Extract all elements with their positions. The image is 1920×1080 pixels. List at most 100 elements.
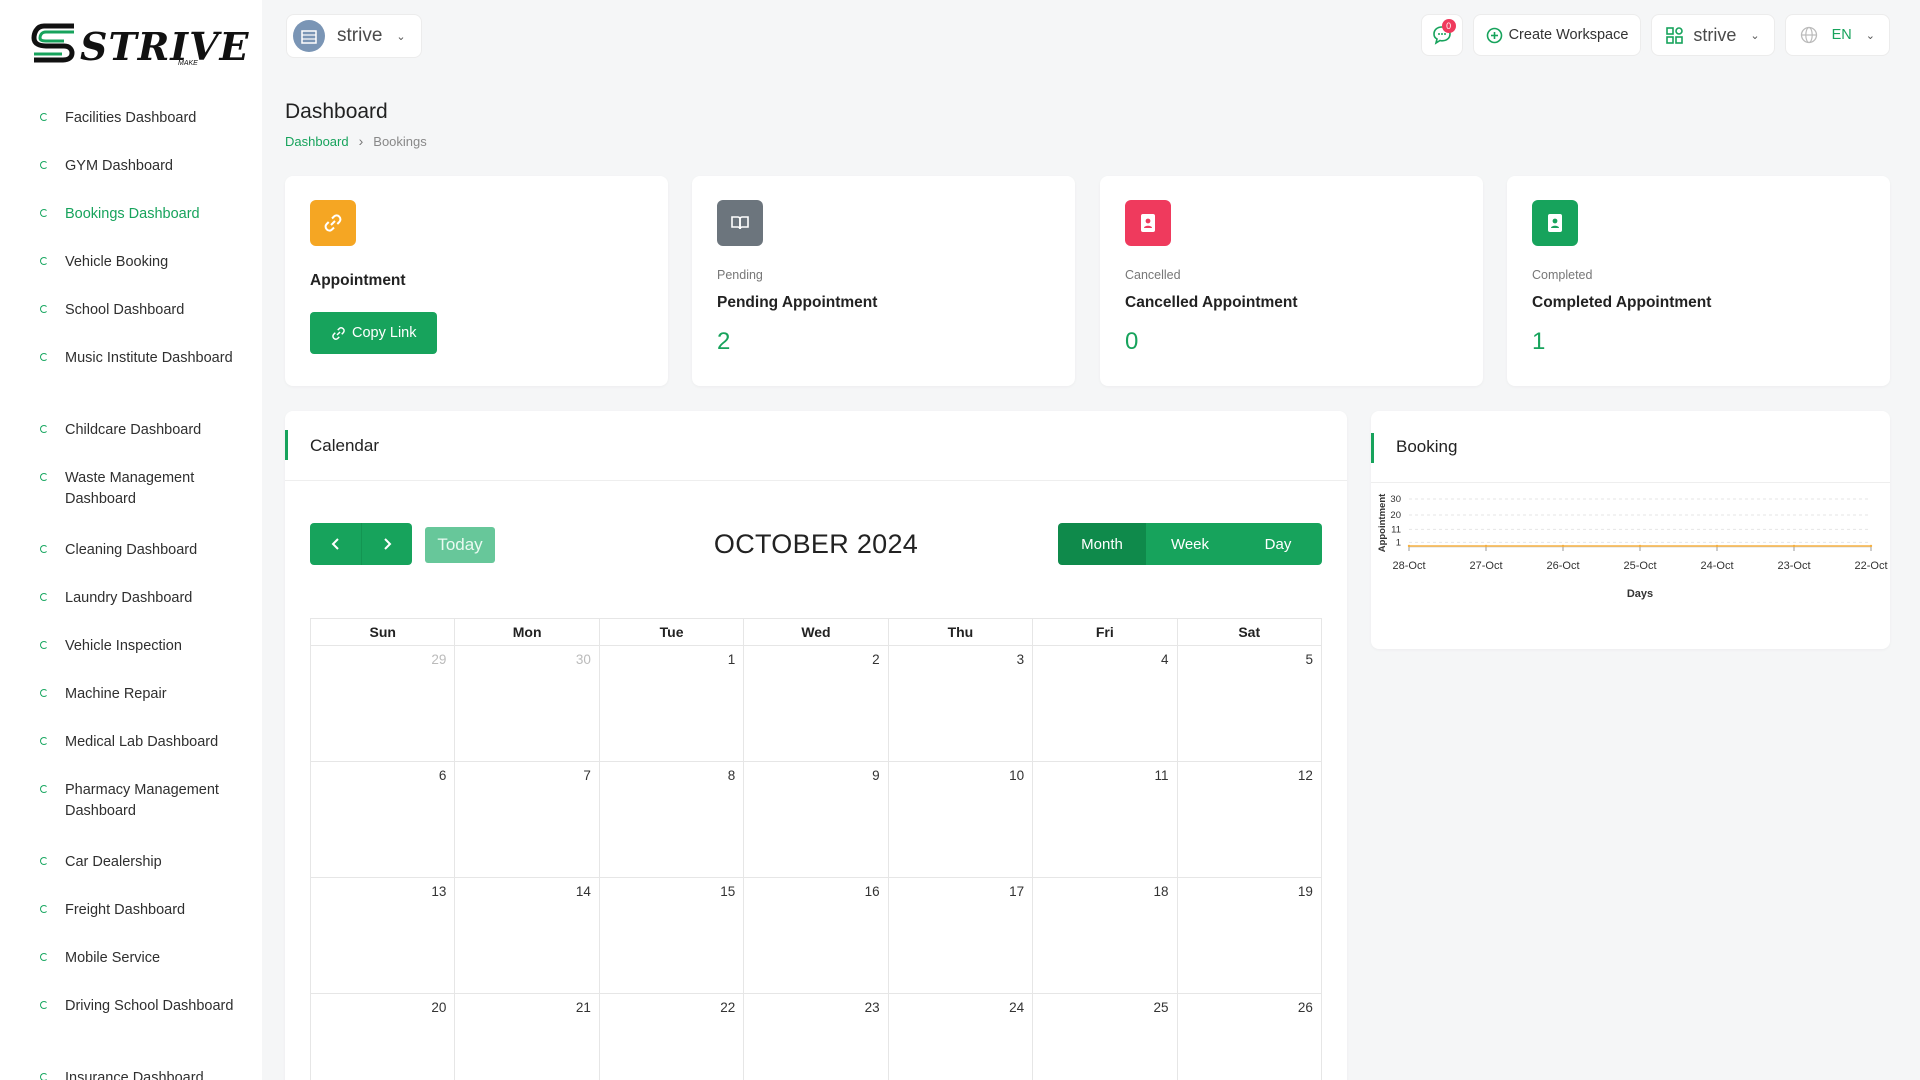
calendar-day-cell[interactable]: 20 xyxy=(311,994,456,1080)
calendar-day-cell[interactable]: 11 xyxy=(1033,762,1178,877)
prev-month-button[interactable] xyxy=(310,523,361,565)
day-number[interactable]: 7 xyxy=(583,768,591,783)
calendar-day-cell[interactable]: 2 xyxy=(744,646,889,761)
day-number[interactable]: 19 xyxy=(1298,884,1313,899)
calendar-day-cell[interactable]: 26 xyxy=(1178,994,1321,1080)
sidebar-item[interactable]: Driving School Dashboard xyxy=(40,996,250,1017)
calendar-day-cell[interactable]: 5 xyxy=(1178,646,1321,761)
day-number[interactable]: 12 xyxy=(1298,768,1313,783)
day-number[interactable]: 18 xyxy=(1154,884,1169,899)
calendar-day-cell[interactable]: 9 xyxy=(744,762,889,877)
day-number[interactable]: 22 xyxy=(720,1000,735,1015)
chat-button[interactable]: 0 xyxy=(1420,14,1463,56)
sidebar-item[interactable]: Insurance Dashboard xyxy=(40,1068,250,1080)
day-number[interactable]: 16 xyxy=(865,884,880,899)
sidebar-item[interactable]: Medical Lab Dashboard xyxy=(40,732,250,753)
day-number[interactable]: 24 xyxy=(1009,1000,1024,1015)
chevron-right-icon: › xyxy=(358,133,364,149)
day-number[interactable]: 9 xyxy=(872,768,880,783)
day-number[interactable]: 2 xyxy=(872,652,880,667)
day-number[interactable]: 6 xyxy=(439,768,447,783)
calendar-day-cell[interactable]: 13 xyxy=(311,878,456,993)
day-number[interactable]: 11 xyxy=(1155,768,1169,783)
booking-panel-title: Booking xyxy=(1396,436,1458,456)
language-selector[interactable]: EN ⌄ xyxy=(1784,14,1890,56)
day-number[interactable]: 17 xyxy=(1009,884,1024,899)
calendar-day-cell[interactable]: 25 xyxy=(1033,994,1178,1080)
day-number[interactable]: 8 xyxy=(728,768,736,783)
calendar-day-cell[interactable]: 10 xyxy=(889,762,1034,877)
day-number[interactable]: 25 xyxy=(1154,1000,1169,1015)
day-number[interactable]: 23 xyxy=(865,1000,880,1015)
sidebar-item[interactable]: GYM Dashboard xyxy=(40,156,250,177)
workspace-menu-button[interactable]: strive ⌄ xyxy=(1651,14,1775,56)
sidebar-item[interactable]: Cleaning Dashboard xyxy=(40,540,250,561)
day-number[interactable]: 10 xyxy=(1009,768,1024,783)
breadcrumb-dashboard-link[interactable]: Dashboard xyxy=(285,134,349,149)
calendar-day-cell[interactable]: 16 xyxy=(744,878,889,993)
calendar-day-cell[interactable]: 17 xyxy=(889,878,1034,993)
sidebar-item[interactable]: Machine Repair xyxy=(40,684,250,705)
day-number[interactable]: 5 xyxy=(1305,652,1313,667)
calendar-day-cell[interactable]: 29 xyxy=(311,646,456,761)
copy-link-button[interactable]: Copy Link xyxy=(310,312,438,354)
cancelled-card: Cancelled Cancelled Appointment 0 xyxy=(1100,176,1483,386)
calendar-day-cell[interactable]: 12 xyxy=(1178,762,1321,877)
calendar-day-cell[interactable]: 23 xyxy=(744,994,889,1080)
calendar-day-cell[interactable]: 1 xyxy=(600,646,745,761)
view-week-button[interactable]: Week xyxy=(1146,523,1234,565)
chart-y-tick-label: 20 xyxy=(1390,510,1401,521)
completed-sub: Completed xyxy=(1532,268,1593,282)
calendar-day-cell[interactable]: 15 xyxy=(600,878,745,993)
calendar-day-cell[interactable]: 19 xyxy=(1178,878,1321,993)
calendar-day-cell[interactable]: 30 xyxy=(455,646,600,761)
day-number[interactable]: 30 xyxy=(576,652,591,667)
chart-x-tick-label: 23-Oct xyxy=(1777,560,1810,572)
today-button[interactable]: Today xyxy=(425,527,495,563)
circle-bullet-icon xyxy=(40,593,48,601)
calendar-day-cell[interactable]: 7 xyxy=(455,762,600,877)
sidebar-item[interactable]: Car Dealership xyxy=(40,852,250,873)
sidebar-item[interactable]: Bookings Dashboard xyxy=(40,204,250,225)
day-number[interactable]: 14 xyxy=(576,884,591,899)
sidebar-item[interactable]: Pharmacy Management Dashboard xyxy=(40,780,250,822)
circle-bullet-icon xyxy=(40,161,48,169)
view-month-button[interactable]: Month xyxy=(1058,523,1146,565)
day-number[interactable]: 26 xyxy=(1298,1000,1313,1015)
day-number[interactable]: 29 xyxy=(431,652,446,667)
calendar-day-cell[interactable]: 8 xyxy=(600,762,745,877)
sidebar-item[interactable]: Mobile Service xyxy=(40,948,250,969)
brand-sub: MAKE xyxy=(178,60,198,67)
calendar-day-cell[interactable]: 24 xyxy=(889,994,1034,1080)
sidebar-item[interactable]: Music Institute Dashboard xyxy=(40,348,250,369)
workspace-switcher[interactable]: strive ⌄ xyxy=(286,14,422,58)
day-number[interactable]: 15 xyxy=(720,884,735,899)
day-number[interactable]: 3 xyxy=(1017,652,1025,667)
day-number[interactable]: 20 xyxy=(431,1000,446,1015)
day-number[interactable]: 13 xyxy=(431,884,446,899)
brand-logo[interactable]: STRIVE MAKE xyxy=(30,18,249,72)
sidebar-item[interactable]: Vehicle Inspection xyxy=(40,636,250,657)
calendar-day-cell[interactable]: 14 xyxy=(455,878,600,993)
day-number[interactable]: 21 xyxy=(576,1000,591,1015)
sidebar-item[interactable]: Facilities Dashboard xyxy=(40,108,250,129)
sidebar-item[interactable]: Freight Dashboard xyxy=(40,900,250,921)
sidebar-item[interactable]: Childcare Dashboard xyxy=(40,420,250,441)
calendar-day-cell[interactable]: 6 xyxy=(311,762,456,877)
day-number[interactable]: 1 xyxy=(728,652,736,667)
sidebar-item-label: Mobile Service xyxy=(65,950,161,966)
view-day-button[interactable]: Day xyxy=(1234,523,1322,565)
sidebar-item[interactable]: Vehicle Booking xyxy=(40,252,250,273)
calendar-day-cell[interactable]: 18 xyxy=(1033,878,1178,993)
sidebar-item[interactable]: Laundry Dashboard xyxy=(40,588,250,609)
calendar-day-cell[interactable]: 3 xyxy=(889,646,1034,761)
calendar-day-cell[interactable]: 22 xyxy=(600,994,745,1080)
sidebar-item[interactable]: Waste Management Dashboard xyxy=(40,468,250,510)
day-number[interactable]: 4 xyxy=(1161,652,1169,667)
sidebar-item[interactable]: School Dashboard xyxy=(40,300,250,321)
chevron-down-icon: ⌄ xyxy=(1750,29,1760,42)
next-month-button[interactable] xyxy=(361,523,412,565)
create-workspace-button[interactable]: Create Workspace xyxy=(1472,14,1642,56)
calendar-day-cell[interactable]: 4 xyxy=(1033,646,1178,761)
calendar-day-cell[interactable]: 21 xyxy=(455,994,600,1080)
